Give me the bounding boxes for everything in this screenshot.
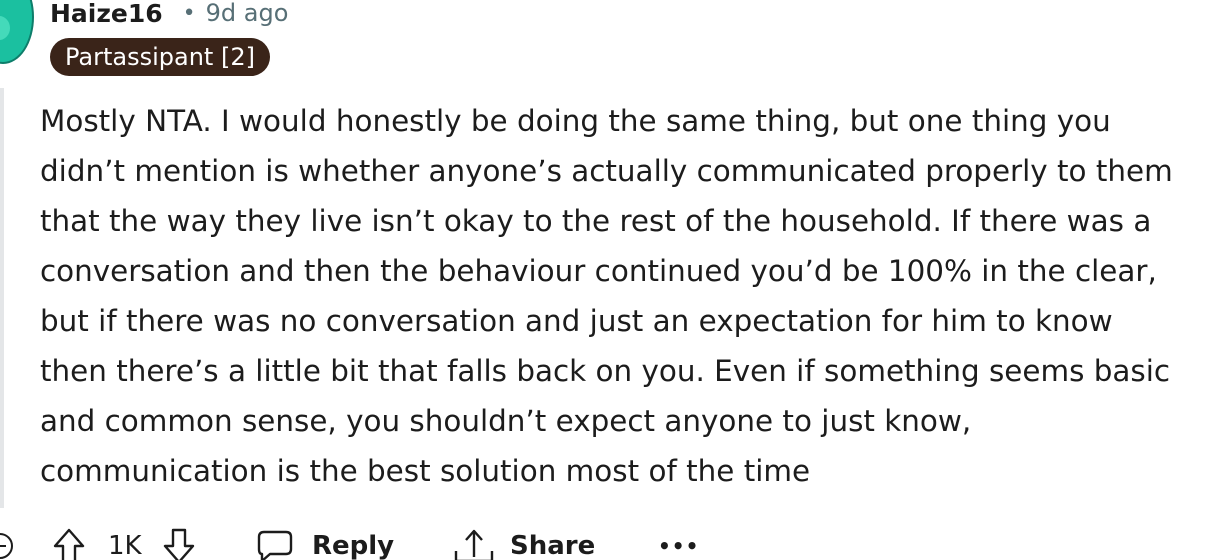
meta-separator: • — [182, 0, 196, 26]
reply-button[interactable]: Reply — [256, 522, 394, 560]
upvote-arrow-icon — [52, 527, 86, 560]
upvote-button[interactable] — [52, 522, 86, 560]
thread-line[interactable] — [0, 88, 4, 508]
collapse-thread-icon — [0, 532, 14, 560]
comment-body-line: that the way they live isn’t okay to the… — [40, 204, 1152, 238]
avatar-highlight — [0, 16, 10, 40]
comment-body-line: conversation and then the behaviour cont… — [40, 254, 1157, 288]
comment-body-line: communication is the best solution most … — [40, 454, 811, 488]
comment-body: Mostly NTA. I would honestly be doing th… — [40, 96, 1224, 496]
reply-label: Reply — [312, 531, 395, 560]
comment-body-line: then there’s a little bit that falls bac… — [40, 354, 1171, 388]
comment-body-line: Mostly NTA. I would honestly be doing th… — [40, 104, 1111, 138]
comment-action-bar: 1K Reply Share ••• — [0, 522, 1227, 560]
comment-body-line: and common sense, you shouldn’t expect a… — [40, 404, 972, 438]
comment-card: Haize16 • 9d ago Partassipant [2] Mostly… — [0, 0, 1227, 560]
user-flair-badge: Partassipant [2] — [50, 38, 270, 76]
vote-count: 1K — [108, 531, 142, 560]
downvote-arrow-icon — [162, 527, 196, 560]
share-button[interactable]: Share — [452, 522, 595, 560]
comment-body-line: didn’t mention is whether anyone’s actua… — [40, 154, 1173, 188]
share-icon — [452, 527, 496, 560]
comment-header: Haize16 • 9d ago — [50, 0, 288, 30]
speech-bubble-icon — [256, 528, 294, 560]
avatar-icon[interactable] — [0, 0, 34, 64]
share-label: Share — [510, 531, 596, 560]
collapse-thread-button[interactable] — [0, 522, 14, 560]
downvote-button[interactable] — [162, 522, 196, 560]
comment-body-line: but if there was no conversation and jus… — [40, 304, 1113, 338]
comment-timestamp[interactable]: 9d ago — [206, 0, 289, 27]
more-options-icon[interactable]: ••• — [658, 522, 699, 560]
username-link[interactable]: Haize16 — [50, 0, 163, 28]
